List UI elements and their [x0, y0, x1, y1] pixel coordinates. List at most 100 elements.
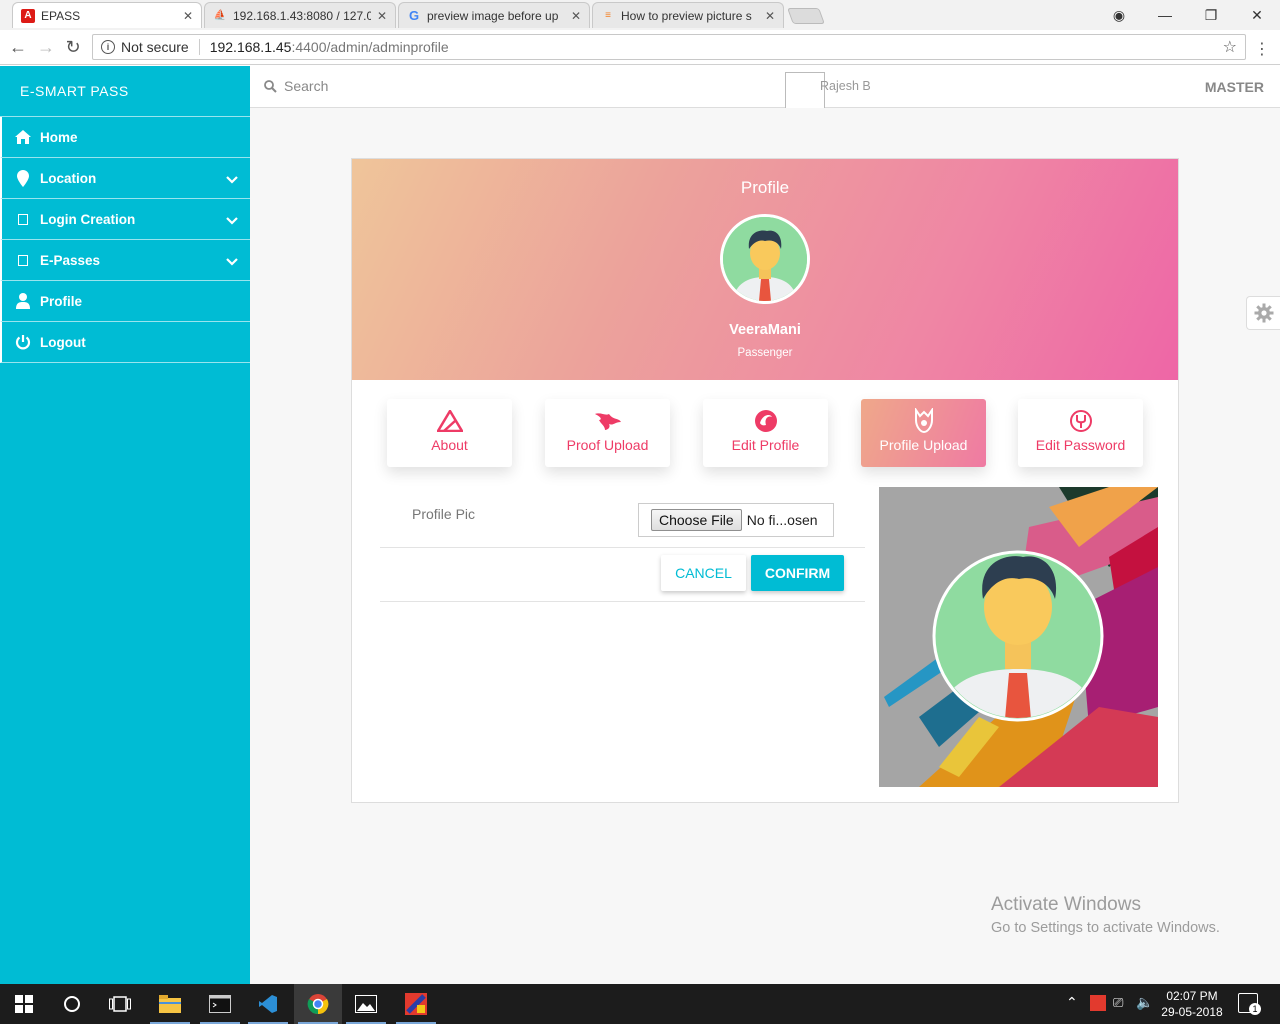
tab-about[interactable]: About [387, 399, 512, 467]
info-icon[interactable]: i [101, 40, 115, 54]
file-explorer-icon[interactable] [146, 984, 194, 1024]
close-tab-icon[interactable]: ✕ [765, 9, 775, 23]
browser-tab-epass[interactable]: A EPASS ✕ [12, 2, 202, 28]
search-circle-icon[interactable] [48, 984, 96, 1024]
close-window-icon[interactable]: ✕ [1234, 7, 1280, 24]
gear-icon[interactable] [1246, 296, 1280, 330]
forward-icon[interactable]: → [36, 37, 56, 57]
profile-avatar [720, 214, 810, 304]
tab-profile-upload[interactable]: Profile Upload [861, 399, 986, 467]
choose-file-button[interactable]: Choose File [651, 509, 742, 531]
photos-icon[interactable] [342, 984, 390, 1024]
app-icon[interactable] [392, 984, 440, 1024]
window-controls: ◉ — ❐ ✕ [1096, 0, 1280, 30]
tray-app-icon[interactable] [1090, 995, 1106, 1011]
url-host: 192.168.1.45 [209, 39, 292, 55]
role-label: MASTER [1204, 79, 1264, 95]
file-status: No fi...osen [746, 512, 818, 528]
tab-label: Edit Password [1035, 437, 1126, 453]
user-icon [14, 292, 32, 310]
profile-role: Passenger [737, 347, 793, 359]
sidebar-item-label: Home [40, 129, 78, 145]
browser-tab-title: preview image before up [427, 8, 559, 23]
edit-password-icon [1018, 407, 1143, 435]
stackoverflow-icon: ≡ [605, 10, 611, 21]
proof-upload-icon [545, 407, 670, 435]
chrome-icon[interactable] [294, 984, 342, 1024]
close-tab-icon[interactable]: ✕ [377, 9, 387, 23]
security-label[interactable]: Not secure [121, 39, 200, 55]
browser-tab-google[interactable]: G preview image before up ✕ [398, 2, 590, 28]
search-input[interactable]: Search [284, 78, 328, 94]
task-view-icon[interactable] [96, 984, 144, 1024]
chevron-down-icon[interactable] [226, 254, 238, 269]
profile-upload-icon [861, 407, 986, 435]
sidebar-item-login-creation[interactable]: Login Creation [0, 199, 250, 240]
profile-pic-label: Profile Pic [412, 506, 476, 522]
activate-windows-watermark: Activate Windows Go to Settings to activ… [991, 894, 1220, 936]
sidebar-item-logout[interactable]: Logout [0, 322, 250, 363]
edit-profile-icon [703, 407, 828, 435]
clock-date: 29-05-2018 [1161, 1005, 1223, 1019]
network-icon[interactable]: ⎚ [1113, 995, 1123, 1011]
volume-muted-icon[interactable]: 🔈 [1136, 994, 1153, 1011]
avatar[interactable] [785, 72, 825, 112]
user-name[interactable]: Rajesh B [820, 79, 871, 93]
chevron-down-icon[interactable] [226, 213, 238, 228]
sidebar-item-label: Location [40, 170, 97, 186]
tab-label: Edit Profile [731, 437, 800, 453]
minimize-icon[interactable]: — [1142, 7, 1188, 23]
cancel-button[interactable]: CANCEL [661, 555, 746, 591]
brand-title[interactable]: E-SMART PASS [0, 66, 250, 116]
page-title: Profile [740, 178, 790, 197]
browser-tab-phpmyadmin[interactable]: ⛵ 192.168.1.43:8080 / 127.0 ✕ [204, 2, 396, 28]
windows-start-icon[interactable] [0, 984, 48, 1024]
sidebar-item-location[interactable]: Location [0, 158, 250, 199]
sidebar-item-profile[interactable]: Profile [0, 281, 250, 322]
search-box[interactable]: Search [264, 78, 328, 94]
top-bar: Search Rajesh B MASTER [250, 66, 1280, 112]
terminal-icon[interactable] [196, 984, 244, 1024]
new-tab-button[interactable] [787, 8, 825, 24]
restore-icon[interactable]: ❐ [1188, 7, 1234, 24]
browser-tab-title: 192.168.1.43:8080 / 127.0 [233, 8, 371, 23]
about-icon [387, 407, 512, 435]
close-tab-icon[interactable]: ✕ [183, 9, 193, 23]
reload-icon[interactable]: ↻ [63, 37, 83, 57]
watermark-title: Activate Windows [991, 894, 1141, 915]
image-preview [879, 487, 1158, 787]
back-icon[interactable]: ← [8, 37, 28, 57]
browser-menu-icon[interactable]: ⋮ [1254, 39, 1270, 59]
browser-tab-stackoverflow[interactable]: ≡ How to preview picture s ✕ [592, 2, 784, 28]
vscode-icon[interactable] [244, 984, 292, 1024]
close-tab-icon[interactable]: ✕ [571, 9, 581, 23]
profile-icon[interactable]: ◉ [1096, 7, 1142, 24]
url-field[interactable]: i Not secure 192.168.1.45:4400/admin/adm… [92, 34, 1246, 60]
main-content: Profile VeeraMani Passenger About Proof … [250, 108, 1280, 984]
tab-edit-password[interactable]: Edit Password [1018, 399, 1143, 467]
url-path: :4400/admin/adminprofile [291, 39, 449, 55]
clock[interactable]: 02:07 PM 29-05-2018 [1158, 988, 1226, 1020]
windows-taskbar: ⌃ ⎚ 🔈 02:07 PM 29-05-2018 1 [0, 984, 1280, 1024]
profile-name: VeeraMani [729, 322, 801, 338]
bookmark-star-icon[interactable]: ☆ [1223, 37, 1237, 57]
browser-tab-title: EPASS [41, 8, 81, 23]
profile-tabs: About Proof Upload Edit Profile Profile … [387, 399, 1147, 469]
tab-label: About [431, 437, 468, 453]
angular-icon: A [21, 8, 35, 23]
confirm-button[interactable]: CONFIRM [751, 555, 844, 591]
browser-tab-strip: A EPASS ✕ ⛵ 192.168.1.43:8080 / 127.0 ✕ … [0, 0, 1280, 30]
chevron-down-icon[interactable] [226, 172, 238, 187]
tab-edit-profile[interactable]: Edit Profile [703, 399, 828, 467]
file-input[interactable]: Choose File No fi...osen [638, 503, 834, 537]
sidebar-item-label: Logout [40, 334, 86, 350]
sidebar-item-e-passes[interactable]: E-Passes [0, 240, 250, 281]
address-bar: ← → ↻ i Not secure 192.168.1.45:4400/adm… [0, 30, 1280, 65]
sidebar-item-label: E-Passes [40, 252, 101, 268]
profile-card: Profile VeeraMani Passenger About Proof … [351, 158, 1179, 803]
sidebar: E-SMART PASS Home Location Login Creatio… [0, 66, 250, 984]
sidebar-item-home[interactable]: Home [0, 117, 250, 158]
chevron-up-icon[interactable]: ⌃ [1066, 994, 1078, 1011]
browser-tab-title: How to preview picture s [621, 8, 752, 23]
tab-proof-upload[interactable]: Proof Upload [545, 399, 670, 467]
